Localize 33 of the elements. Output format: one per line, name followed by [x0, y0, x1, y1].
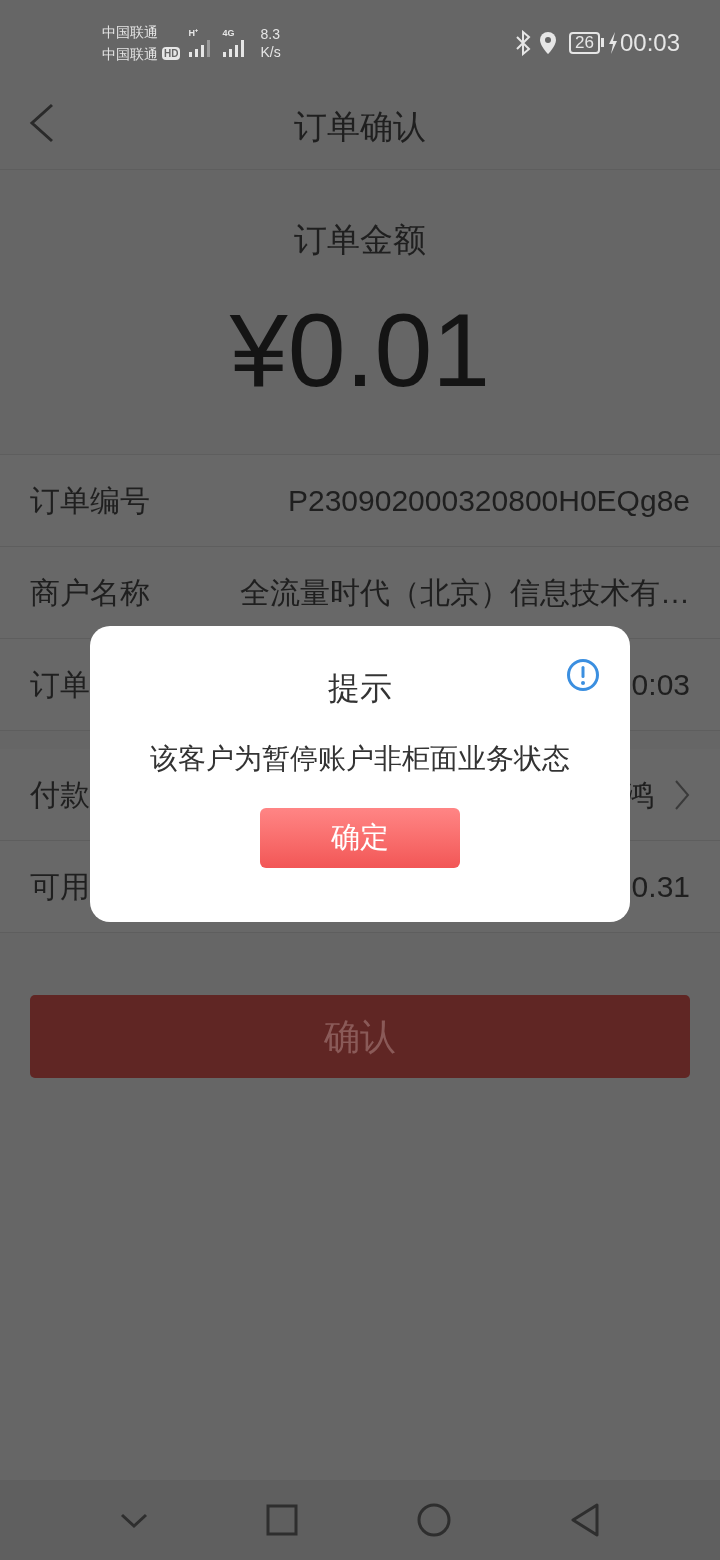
amount-value: ¥0.01 — [229, 294, 491, 405]
square-icon[interactable] — [266, 1504, 299, 1536]
dialog-title: 提示 — [328, 669, 392, 708]
row-label: 可用 — [30, 869, 90, 905]
info-icon — [566, 658, 600, 692]
network-type: 4G — [222, 27, 236, 38]
bluetooth-icon — [515, 29, 531, 56]
clock: 00:03 — [619, 27, 680, 58]
carrier-name: 中国联通 — [102, 44, 158, 64]
amount-label: 订单金额 — [294, 220, 426, 260]
network-speed: 8.3 — [260, 24, 281, 43]
row-value: 0:03 — [631, 667, 690, 703]
location-pin-icon — [539, 30, 557, 55]
page-title: 订单确认 — [294, 107, 426, 148]
battery-level: 26 — [569, 31, 600, 54]
chevron-right-icon — [674, 778, 690, 811]
row-value: 0.31 — [631, 869, 690, 905]
carrier-name: 中国联通 — [102, 22, 159, 42]
row-label: 商户名称 — [30, 575, 150, 611]
row-label: 订单编号 — [30, 483, 150, 519]
row-label: 订单 — [30, 667, 90, 703]
home-circle-icon[interactable] — [415, 1502, 452, 1538]
row-value: P230902000320800H0EQg8e — [287, 483, 690, 519]
back-triangle-icon[interactable] — [569, 1502, 602, 1538]
speed-unit: K/s — [260, 42, 281, 61]
hd-badge: HD — [162, 47, 181, 60]
row-value: 全流量时代（北京）信息技术有… — [240, 575, 690, 611]
ok-button[interactable]: 确定 — [260, 808, 460, 868]
network-type: H⁺ — [188, 27, 199, 38]
row-label: 付款 — [30, 777, 90, 813]
back-icon[interactable] — [28, 103, 56, 143]
charging-icon — [607, 31, 618, 54]
dialog-message: 该客户为暂停账户非柜面业务状态 — [150, 742, 570, 776]
